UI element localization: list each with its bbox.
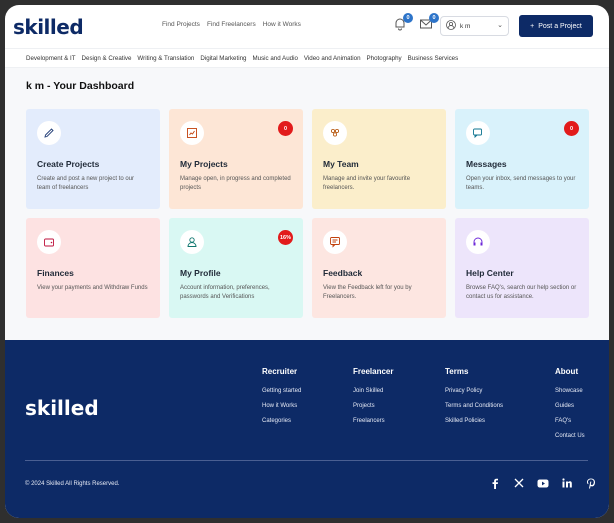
card-help-center[interactable]: Help Center Browse FAQ's, search our hel… bbox=[455, 218, 589, 318]
nav-how-it-works[interactable]: How it Works bbox=[263, 21, 301, 28]
youtube-icon[interactable] bbox=[537, 477, 549, 489]
category-item[interactable]: Photography bbox=[367, 55, 402, 62]
card-desc: Manage and invite your favourite freelan… bbox=[323, 176, 411, 191]
footer-heading: Terms bbox=[445, 367, 469, 376]
feedback-icon bbox=[323, 230, 347, 254]
footer-logo[interactable]: skilled bbox=[25, 396, 99, 420]
footer-divider bbox=[25, 460, 588, 461]
wallet-icon bbox=[37, 230, 61, 254]
linkedin-icon[interactable] bbox=[561, 477, 573, 489]
card-my-projects[interactable]: 0 My Projects Manage open, in progress a… bbox=[169, 109, 303, 209]
header-icons: 0 0 bbox=[393, 13, 439, 31]
profile-icon bbox=[180, 230, 204, 254]
footer-heading: Freelancer bbox=[353, 367, 394, 376]
card-desc: Manage open, in progress and completed p… bbox=[180, 176, 291, 191]
category-item[interactable]: Writing & Translation bbox=[137, 55, 194, 62]
card-title: My Profile bbox=[180, 268, 221, 278]
card-create-projects[interactable]: Create Projects Create and post a new pr… bbox=[26, 109, 160, 209]
nav-find-freelancers[interactable]: Find Freelancers bbox=[207, 21, 256, 28]
card-title: My Team bbox=[323, 159, 359, 169]
footer-link[interactable]: Terms and Conditions bbox=[445, 403, 503, 409]
footer-col-recruiter: Recruiter Getting started How it Works C… bbox=[262, 367, 301, 433]
category-item[interactable]: Development & IT bbox=[26, 55, 76, 62]
footer-link[interactable]: Projects bbox=[353, 403, 393, 409]
status-badge: 0 bbox=[564, 121, 579, 136]
dashboard: k m - Your Dashboard Create Projects Cre… bbox=[5, 68, 609, 340]
app-window: skilled Find Projects Find Freelancers H… bbox=[5, 5, 609, 518]
category-item[interactable]: Video and Animation bbox=[304, 55, 361, 62]
pencil-icon bbox=[37, 121, 61, 145]
social-links bbox=[489, 477, 597, 489]
footer-link[interactable]: Showcase bbox=[555, 388, 585, 394]
user-icon bbox=[446, 20, 456, 32]
card-finances[interactable]: Finances View your payments and Withdraw… bbox=[26, 218, 160, 318]
category-item[interactable]: Design & Creative bbox=[82, 55, 132, 62]
card-title: Create Projects bbox=[37, 159, 100, 169]
footer-link[interactable]: Skilled Policies bbox=[445, 418, 503, 424]
plus-icon: + bbox=[530, 22, 535, 30]
category-item[interactable]: Business Services bbox=[408, 55, 459, 62]
user-name: k m bbox=[460, 22, 471, 30]
chevron-down-icon: ⌄ bbox=[497, 22, 503, 29]
chat-icon bbox=[466, 121, 490, 145]
mail-icon[interactable]: 0 bbox=[419, 13, 439, 31]
card-desc: Open your inbox, send messages to your t… bbox=[466, 176, 576, 191]
footer-link[interactable]: Contact Us bbox=[555, 433, 585, 439]
team-icon bbox=[323, 121, 347, 145]
footer-link[interactable]: How it Works bbox=[262, 403, 301, 409]
footer-link[interactable]: FAQ's bbox=[555, 418, 585, 424]
footer: skilled Recruiter Getting started How it… bbox=[5, 340, 609, 518]
notification-badge: 0 bbox=[403, 13, 413, 23]
card-my-profile[interactable]: 16% My Profile Account information, pref… bbox=[169, 218, 303, 318]
bell-icon[interactable]: 0 bbox=[393, 13, 413, 31]
category-item[interactable]: Music and Audio bbox=[252, 55, 297, 62]
card-title: Messages bbox=[466, 159, 507, 169]
facebook-icon[interactable] bbox=[489, 477, 501, 489]
pinterest-icon[interactable] bbox=[585, 477, 597, 489]
footer-link[interactable]: Privacy Policy bbox=[445, 388, 503, 394]
card-title: Help Center bbox=[466, 268, 514, 278]
page-title: k m - Your Dashboard bbox=[26, 80, 135, 92]
copyright: © 2024 Skilled All Rights Reserved. bbox=[25, 481, 120, 487]
post-project-label: Post a Project bbox=[538, 22, 582, 30]
card-feedback[interactable]: Feedback View the Feedback left for you … bbox=[312, 218, 446, 318]
card-messages[interactable]: 0 Messages Open your inbox, send message… bbox=[455, 109, 589, 209]
status-badge: 16% bbox=[278, 230, 293, 245]
footer-col-about: About Showcase Guides FAQ's Contact Us bbox=[555, 367, 585, 448]
status-badge: 0 bbox=[278, 121, 293, 136]
card-title: My Projects bbox=[180, 159, 228, 169]
card-desc: Browse FAQ's, search our help section or… bbox=[466, 285, 577, 300]
card-desc: View the Feedback left for you by Freela… bbox=[323, 285, 412, 300]
footer-heading: About bbox=[555, 367, 579, 376]
card-desc: Create and post a new project to our tea… bbox=[37, 176, 135, 191]
footer-link[interactable]: Getting started bbox=[262, 388, 301, 394]
footer-col-freelancer: Freelancer Join Skilled Projects Freelan… bbox=[353, 367, 393, 433]
footer-heading: Recruiter bbox=[262, 367, 298, 376]
footer-link[interactable]: Freelancers bbox=[353, 418, 393, 424]
category-item[interactable]: Digital Marketing bbox=[200, 55, 246, 62]
card-title: Feedback bbox=[323, 268, 363, 278]
message-badge: 0 bbox=[429, 13, 439, 23]
post-project-button[interactable]: + Post a Project bbox=[519, 15, 593, 37]
x-icon[interactable] bbox=[513, 477, 525, 489]
top-bar: skilled Find Projects Find Freelancers H… bbox=[5, 5, 609, 45]
chart-board-icon bbox=[180, 121, 204, 145]
footer-link[interactable]: Guides bbox=[555, 403, 585, 409]
card-desc: View your payments and Withdraw Funds bbox=[37, 285, 148, 291]
category-bar: Development & IT Design & Creative Writi… bbox=[5, 48, 609, 68]
card-my-team[interactable]: My Team Manage and invite your favourite… bbox=[312, 109, 446, 209]
user-dropdown[interactable]: k m ⌄ bbox=[440, 16, 509, 36]
nav-find-projects[interactable]: Find Projects bbox=[162, 21, 200, 28]
footer-col-terms: Terms Privacy Policy Terms and Condition… bbox=[445, 367, 503, 433]
card-title: Finances bbox=[37, 268, 74, 278]
footer-link[interactable]: Join Skilled bbox=[353, 388, 393, 394]
top-nav: Find Projects Find Freelancers How it Wo… bbox=[162, 21, 301, 28]
footer-link[interactable]: Categories bbox=[262, 418, 301, 424]
headset-icon bbox=[466, 230, 490, 254]
card-desc: Account information, preferences, passwo… bbox=[180, 285, 270, 300]
logo[interactable]: skilled bbox=[13, 15, 84, 39]
